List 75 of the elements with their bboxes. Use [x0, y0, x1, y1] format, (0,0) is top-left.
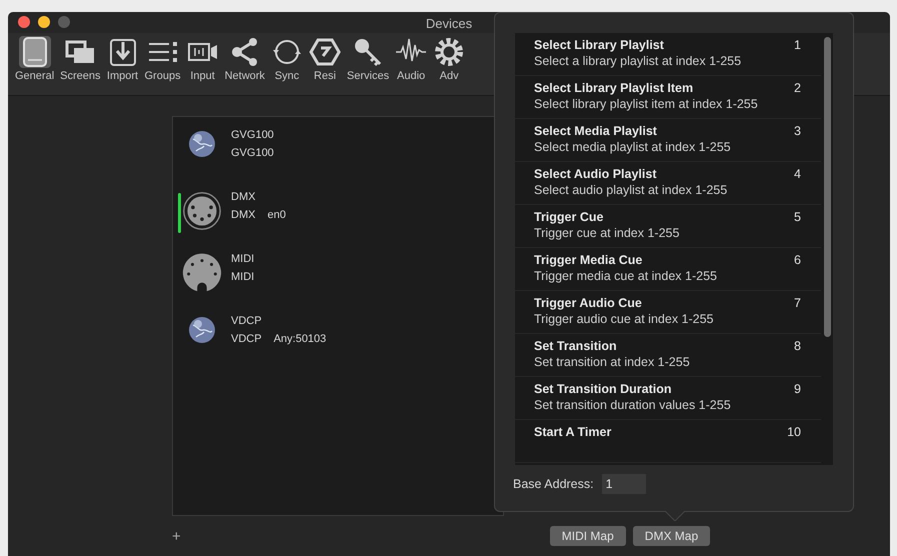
- tablet-icon: [18, 36, 51, 68]
- channel-number: 7: [794, 296, 802, 312]
- toolbar-tab[interactable]: Resi: [306, 32, 344, 95]
- command-description: Select audio playlist at index 1-255: [534, 183, 728, 197]
- scrollbar-thumb[interactable]: [824, 37, 830, 337]
- command-row[interactable]: Select Library Playlist Select a library playlist at index 1-255 1: [515, 33, 821, 76]
- command-row[interactable]: Select Library Playlist Item Select library playlist item at index 1-255 2: [515, 76, 821, 119]
- toolbar-tab[interactable]: Input: [184, 32, 222, 95]
- device-type: MIDI: [231, 271, 254, 283]
- command-title: Select Media Playlist: [534, 124, 658, 138]
- device-type: GVG100: [231, 147, 274, 159]
- channel-number: 9: [794, 382, 802, 398]
- toolbar-tab[interactable]: Network: [222, 32, 268, 95]
- toolbar-tab[interactable]: Sync: [268, 32, 306, 95]
- command-description: Set transition duration values 1-255: [534, 398, 731, 412]
- toolbar-tab[interactable]: Adv: [430, 32, 468, 95]
- globe-icon: [187, 129, 217, 159]
- toolbar-tab[interactable]: Import: [104, 32, 142, 95]
- command-row[interactable]: Select Media Playlist Select media playlist at index 1-255 3: [515, 119, 821, 162]
- command-description: Select a library playlist at index 1-255: [534, 54, 742, 68]
- channel-number: 3: [794, 124, 802, 140]
- toolbar-tab[interactable]: General: [12, 32, 58, 95]
- toolbar-tab[interactable]: Audio: [392, 32, 430, 95]
- device-name[interactable]: VDCP: [231, 315, 326, 327]
- command-description: Trigger cue at index 1-255: [534, 226, 680, 240]
- command-row[interactable]: Trigger Media Cue Trigger media cue at index 1-255 6: [515, 248, 821, 291]
- close-icon[interactable]: [18, 16, 30, 28]
- gear-icon: [433, 36, 466, 68]
- device-detail: Any:50103: [274, 333, 326, 345]
- command-title: Trigger Media Cue: [534, 253, 644, 267]
- map-button[interactable]: MIDI Map: [550, 526, 626, 546]
- dmx-connector-icon: [182, 191, 222, 231]
- minimize-icon[interactable]: [38, 16, 50, 28]
- command-row[interactable]: Trigger Audio Cue Trigger audio cue at index 1-255 7: [515, 291, 821, 334]
- command-title: Set Transition Duration: [534, 382, 673, 396]
- command-row[interactable]: Trigger Cue Trigger cue at index 1-255 5: [515, 205, 821, 248]
- map-button[interactable]: DMX Map: [632, 526, 710, 546]
- command-description: Trigger audio cue at index 1-255: [534, 312, 714, 326]
- command-description: Select library playlist item at index 1-255: [534, 97, 758, 111]
- command-title: Set Transition: [534, 339, 618, 353]
- command-row[interactable]: Set Transition Duration Set transition duration values 1-255 9: [515, 377, 821, 420]
- command-description: Trigger media cue at index 1-255: [534, 269, 717, 283]
- toolbar-tab[interactable]: Screens: [57, 32, 104, 95]
- add-button[interactable]: +: [168, 528, 185, 544]
- channel-number: 1: [794, 38, 802, 54]
- window-title: Devices: [426, 16, 472, 31]
- command-description: Set transition at index 1-255: [534, 355, 690, 369]
- channel-number: 8: [794, 339, 802, 355]
- command-title: Select Audio Playlist: [534, 167, 658, 181]
- command-title: Trigger Cue: [534, 210, 604, 224]
- device-name[interactable]: DMX: [231, 191, 286, 203]
- command-row[interactable]: Set Transition Set transition at index 1-255 8: [515, 334, 821, 377]
- device-type: DMX: [231, 209, 256, 221]
- device-type: VDCP: [231, 333, 262, 345]
- command-row[interactable]: Start A Timer 10: [515, 420, 821, 463]
- channel-number: 10: [787, 425, 802, 441]
- base-address-field[interactable]: 1: [602, 474, 646, 494]
- command-title: Start A Timer: [534, 425, 612, 439]
- base-address-label: Base Address:: [513, 477, 594, 491]
- command-title: Select Library Playlist: [534, 38, 665, 52]
- channel-number: 4: [794, 167, 802, 183]
- command-title: Trigger Audio Cue: [534, 296, 643, 310]
- toolbar-tab[interactable]: Groups: [142, 32, 184, 95]
- channel-number: 2: [794, 81, 802, 97]
- device-name[interactable]: MIDI: [231, 253, 254, 265]
- toolbar-tab[interactable]: Services: [344, 32, 392, 95]
- command-title: Select Library Playlist Item: [534, 81, 694, 95]
- channel-number: 6: [794, 253, 802, 269]
- device-name[interactable]: GVG100: [231, 129, 274, 141]
- command-description: Select media playlist at index 1-255: [534, 140, 731, 154]
- globe-icon: [187, 315, 217, 345]
- channel-number: 5: [794, 210, 802, 226]
- device-detail: en0: [267, 209, 286, 221]
- resi-icon: [308, 36, 341, 68]
- command-row[interactable]: Select Audio Playlist Select audio playlist at index 1-255 4: [515, 162, 821, 205]
